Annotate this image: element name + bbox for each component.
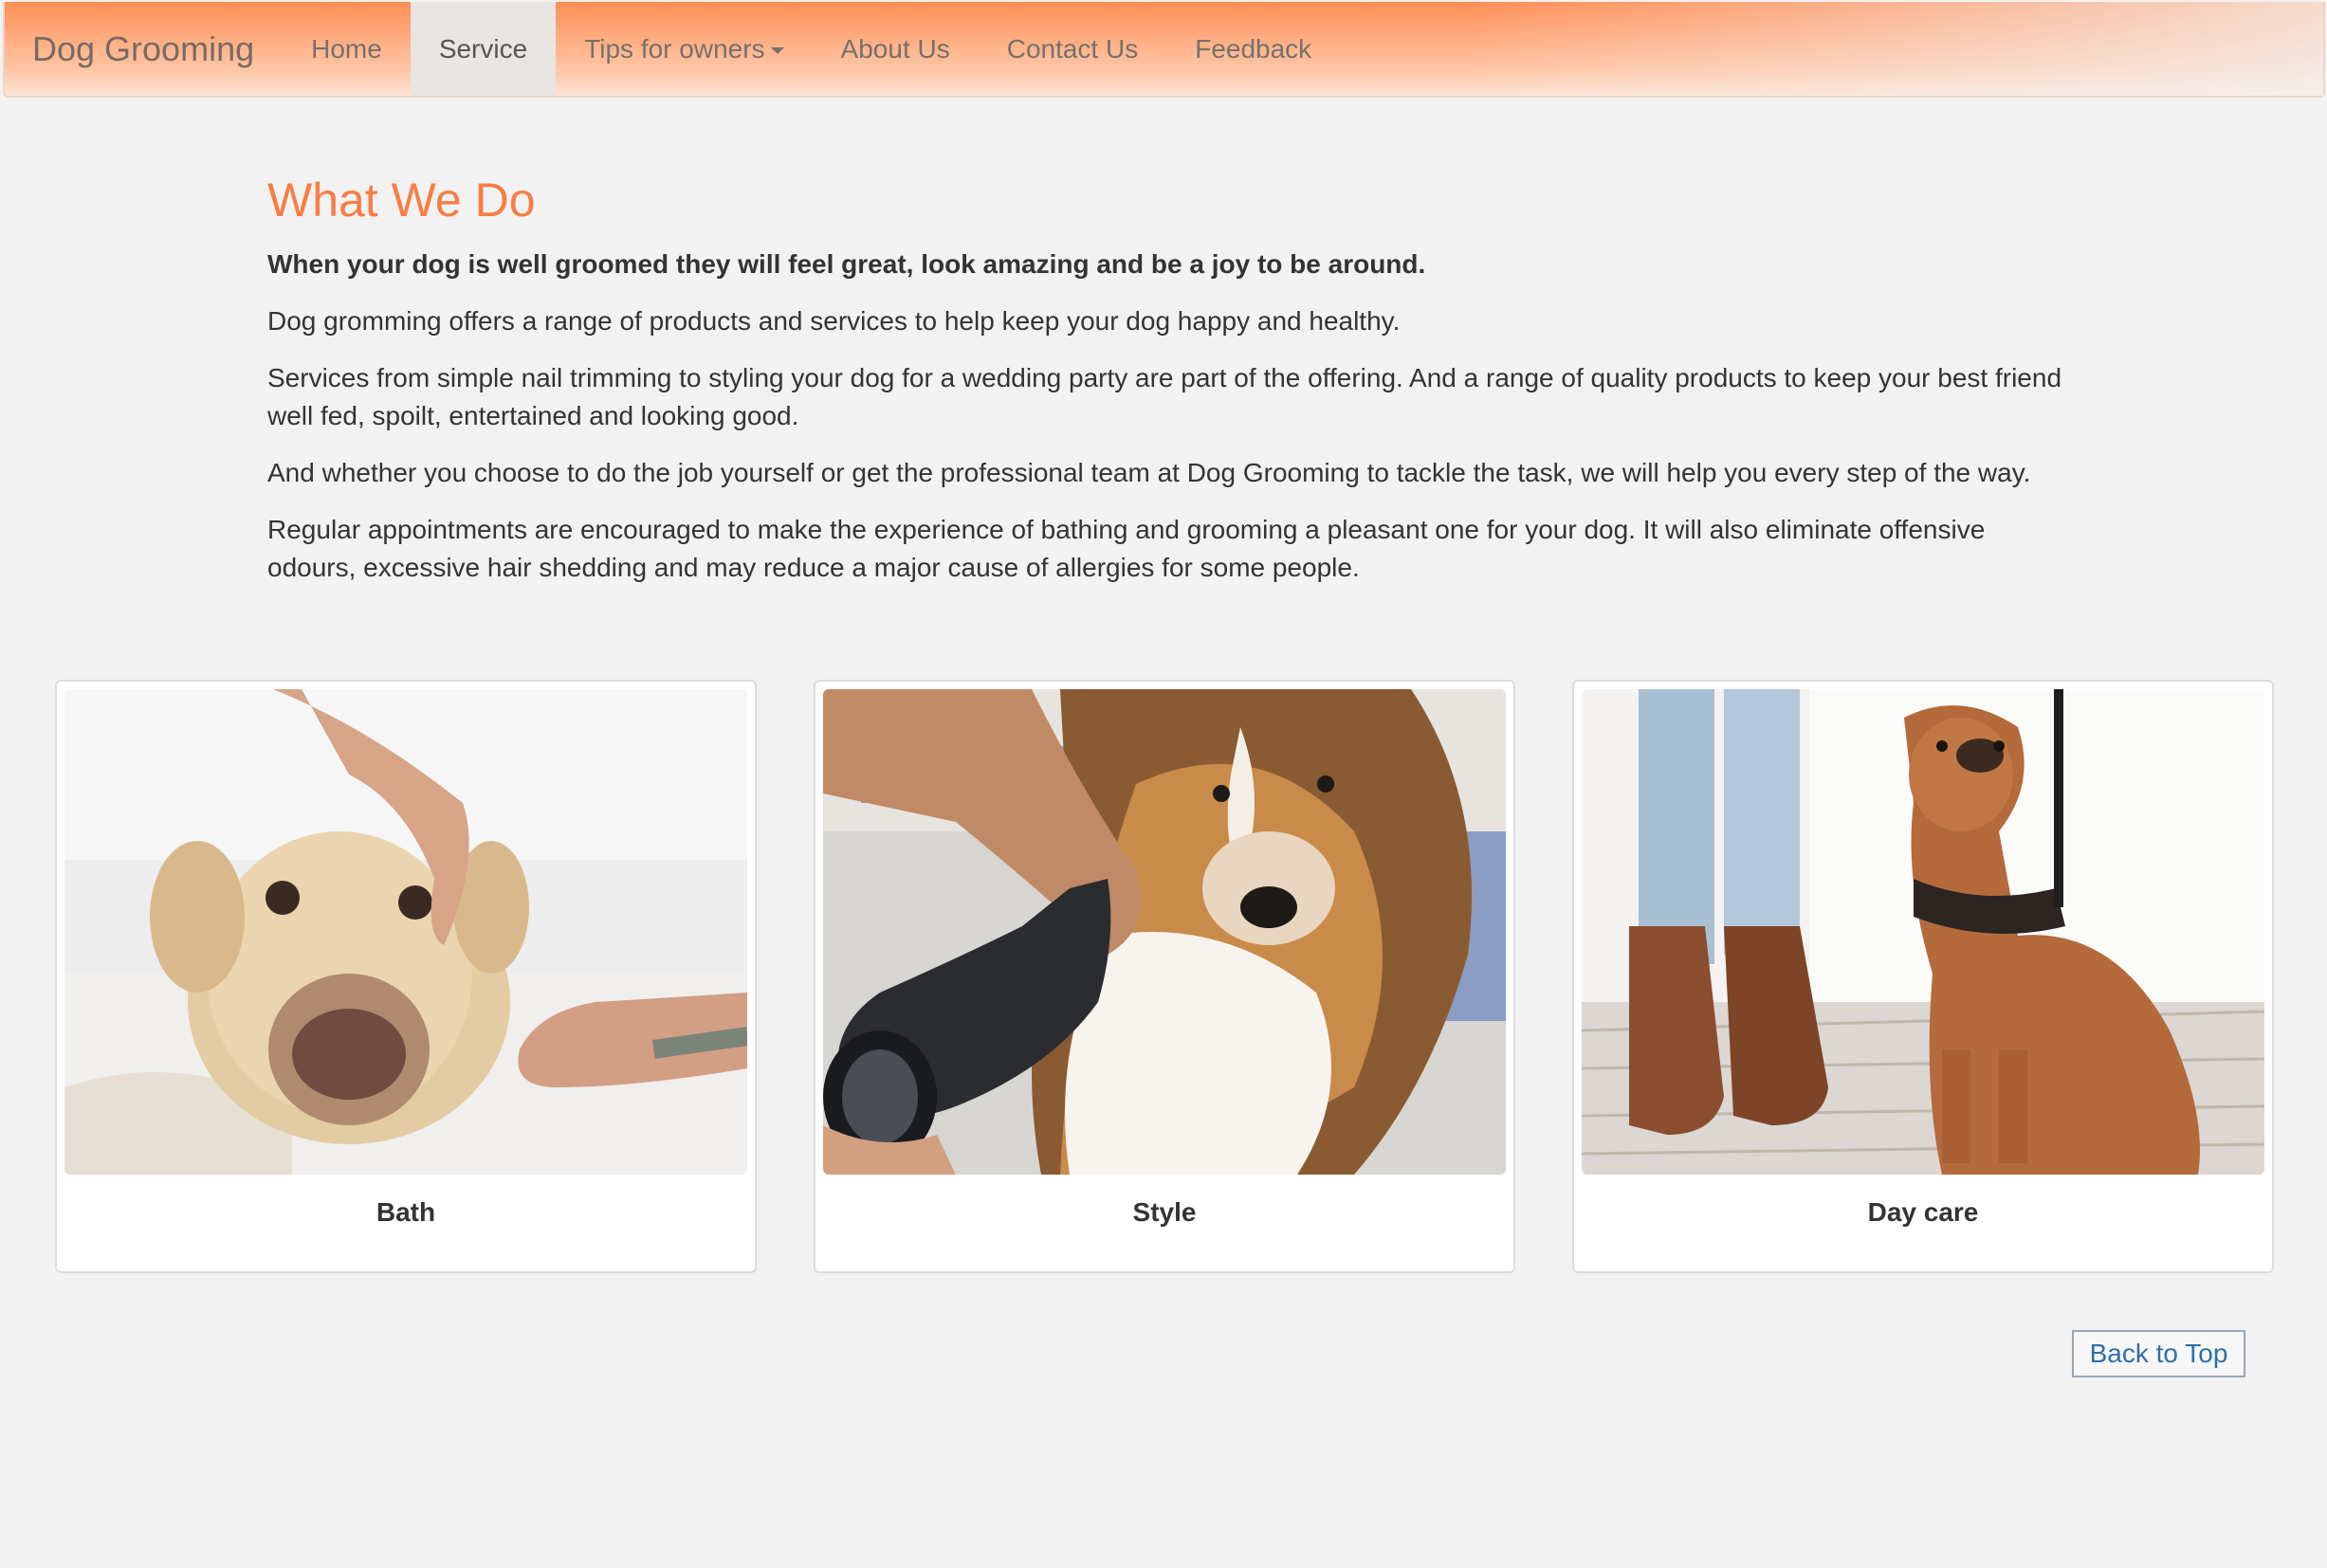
body-paragraph-2: Services from simple nail trimming to st… (267, 363, 2062, 430)
page-title: What We Do (267, 173, 536, 227)
service-card-daycare[interactable]: Day care (1572, 680, 2274, 1273)
nav-item-about[interactable]: About Us (813, 2, 979, 96)
nav-item-contact[interactable]: Contact Us (979, 2, 1167, 96)
caret-down-icon (770, 47, 784, 54)
service-card-bath[interactable]: Bath (55, 680, 757, 1273)
dog-daycare-photo (1582, 689, 2264, 1175)
top-navbar: Dog Grooming Home Service Tips for owner… (3, 2, 2325, 98)
nav-item-service[interactable]: Service (410, 2, 557, 96)
nav-item-contact-label: Contact Us (1006, 33, 1139, 64)
body-paragraph-4: Regular appointments are encouraged to m… (267, 515, 1986, 582)
service-caption-daycare: Day care (1867, 1197, 1979, 1227)
nav-item-home[interactable]: Home (283, 2, 411, 96)
nav-item-feedback[interactable]: Feedback (1166, 2, 1340, 96)
navbar-fade-overlay (1470, 2, 2323, 96)
body-paragraph-3: And whether you choose to do the job you… (267, 458, 2031, 487)
nav-item-feedback-label: Feedback (1195, 33, 1312, 64)
service-caption-bath: Bath (376, 1197, 436, 1227)
nav-item-tips-dropdown[interactable]: Tips for owners (556, 2, 812, 96)
nav-item-service-label: Service (438, 33, 528, 64)
back-to-top-button[interactable]: Back to Top (2072, 1330, 2245, 1377)
dog-style-photo (823, 689, 1506, 1175)
lead-paragraph: When your dog is well groomed they will … (267, 249, 1426, 279)
body-paragraph-1: Dog gromming offers a range of products … (267, 306, 1401, 336)
dog-bath-photo (64, 689, 747, 1175)
nav-item-about-label: About Us (840, 33, 950, 64)
brand-link[interactable]: Dog Grooming (5, 2, 283, 96)
nav-item-tips-label: Tips for owners (584, 33, 765, 64)
nav-item-home-label: Home (311, 33, 382, 64)
what-we-do-section: What We Do When your dog is well groomed… (267, 166, 2069, 587)
service-card-style[interactable]: Style (814, 680, 1515, 1273)
service-caption-style: Style (1132, 1197, 1197, 1227)
